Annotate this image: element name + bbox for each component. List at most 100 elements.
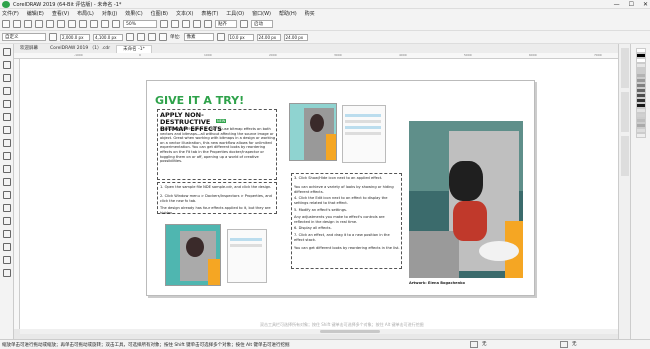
menu-bar: 文件(F) 编辑(E) 查看(V) 布局(L) 对象(J) 效果(C) 位图(B…	[0, 9, 650, 18]
duplicate-y-field[interactable]: 24.00 px	[283, 33, 308, 41]
new-document-icon[interactable]	[2, 20, 10, 28]
docker-tab-properties[interactable]	[621, 92, 629, 132]
docker-tab-strip	[618, 44, 630, 339]
document-page[interactable]: GIVE IT A TRY! APPLY NON-DESTRUCTIVE BIT…	[146, 80, 535, 296]
docker-tab-objects[interactable]	[621, 136, 629, 176]
tab-coreldraw-file[interactable]: CorelDRAW 2019 （1）.cdr	[44, 45, 116, 53]
current-page-icon[interactable]	[159, 33, 167, 41]
horizontal-scrollbar[interactable]	[20, 329, 618, 334]
import-icon[interactable]	[90, 20, 98, 28]
freehand-tool-icon[interactable]	[3, 100, 11, 108]
transparency-tool-icon[interactable]	[3, 217, 11, 225]
artwork-thumbnail-top[interactable]	[289, 103, 337, 161]
redo-icon[interactable]	[68, 20, 76, 28]
interactive-fill-icon[interactable]	[3, 243, 11, 251]
rectangle-tool-icon[interactable]	[3, 126, 11, 134]
eyedropper-icon[interactable]	[3, 230, 11, 238]
fill-label: 无	[482, 342, 487, 347]
step-note: The design already has four effects appl…	[160, 206, 271, 215]
pick-tool-icon[interactable]	[3, 48, 11, 56]
menu-file[interactable]: 文件(F)	[2, 10, 19, 17]
menu-buy[interactable]: 购买	[305, 10, 315, 17]
ruler-tick-label: 6000	[529, 53, 537, 57]
color-palette	[630, 44, 650, 339]
shape-tool-icon[interactable]	[3, 61, 11, 69]
zoom-select[interactable]: 50%	[123, 20, 157, 28]
polygon-tool-icon[interactable]	[3, 152, 11, 160]
ellipse-tool-icon[interactable]	[3, 139, 11, 147]
publish-pdf-icon[interactable]	[112, 20, 120, 28]
page-heading: GIVE IT A TRY!	[155, 94, 245, 107]
ruler-tick-label: -1000	[74, 53, 83, 57]
menu-window[interactable]: 窗口(W)	[252, 10, 271, 17]
export-icon[interactable]	[101, 20, 109, 28]
artwork-thumbnail-bottom[interactable]	[165, 224, 221, 286]
menu-tools[interactable]: 工具(O)	[226, 10, 244, 17]
document-tabs: 欢迎屏幕 CorelDRAW 2019 （1）.cdr 未命名 -1*	[14, 44, 634, 53]
menu-effects[interactable]: 效果(C)	[125, 10, 142, 17]
ruler-tick-label: 7000	[594, 53, 602, 57]
open-icon[interactable]	[13, 20, 21, 28]
menu-edit[interactable]: 编辑(E)	[27, 10, 44, 17]
menu-view[interactable]: 查看(V)	[52, 10, 69, 17]
cloud-icon[interactable]	[35, 20, 43, 28]
intro-text-frame[interactable]: APPLY NON-DESTRUCTIVE BITMAP EFFECTS NEW…	[157, 109, 277, 180]
portrait-icon[interactable]	[126, 33, 134, 41]
drop-shadow-icon[interactable]	[3, 204, 11, 212]
property-bar: 自定义 2,000.0 px 4,100.0 px 单位: 像素 10.0 px…	[0, 31, 650, 44]
full-screen-icon[interactable]	[160, 20, 168, 28]
options-gear-icon[interactable]	[240, 20, 248, 28]
page-preset-select[interactable]: 自定义	[2, 33, 46, 41]
nudge-distance-field[interactable]: 10.0 px	[227, 33, 254, 41]
scrollbar-thumb[interactable]	[320, 330, 380, 333]
parallel-dimension-icon[interactable]	[3, 178, 11, 186]
menu-bitmaps[interactable]: 位图(B)	[151, 10, 168, 17]
artistic-media-icon[interactable]	[3, 113, 11, 121]
units-select[interactable]: 像素	[183, 33, 214, 41]
window-title: CorelDRAW 2019 (64-Bit 评估版) - 未命名 -1*	[13, 1, 122, 8]
page-size-icon	[49, 33, 57, 41]
text-tool-icon[interactable]	[3, 165, 11, 173]
steps-left-frame[interactable]: 1. Open the sample file NDE sample.cdr, …	[157, 182, 277, 215]
menu-object[interactable]: 对象(J)	[102, 10, 117, 17]
outline-indicator-icon[interactable]	[560, 341, 568, 348]
print-icon[interactable]	[46, 20, 54, 28]
search-icon[interactable]	[79, 20, 87, 28]
menu-table[interactable]: 表格(T)	[201, 10, 218, 17]
tab-untitled[interactable]: 未命名 -1*	[116, 45, 152, 53]
launch-select[interactable]: 启动	[251, 20, 273, 28]
standard-toolbar: 50% 贴齐 启动	[0, 18, 650, 31]
menu-layout[interactable]: 布局(L)	[77, 10, 94, 17]
all-pages-icon[interactable]	[148, 33, 156, 41]
docker-tab-hints[interactable]	[621, 48, 629, 88]
add-tool-icon[interactable]	[3, 269, 11, 277]
page-width-field[interactable]: 2,000.0 px	[60, 33, 90, 41]
save-icon[interactable]	[24, 20, 32, 28]
duplicate-x-field[interactable]: 24.00 px	[256, 33, 281, 41]
menu-text[interactable]: 文本(X)	[176, 10, 193, 17]
rulers-icon[interactable]	[171, 20, 179, 28]
magnet-icon[interactable]	[204, 20, 212, 28]
menu-help[interactable]: 帮助(H)	[279, 10, 297, 17]
smart-fill-icon[interactable]	[3, 256, 11, 264]
tab-welcome[interactable]: 欢迎屏幕	[14, 45, 44, 53]
minimize-button[interactable]: —	[614, 1, 620, 8]
fill-indicator-icon[interactable]	[470, 341, 478, 348]
main-artwork[interactable]	[409, 121, 523, 278]
steps-right-frame[interactable]: 3. Click Show/Hide icon next to an appli…	[291, 173, 402, 269]
grid-icon[interactable]	[182, 20, 190, 28]
artwork-credit: Artwork: Elena Bogachenko	[409, 281, 465, 285]
zoom-tool-icon[interactable]	[3, 87, 11, 95]
snap-to-select[interactable]: 贴齐	[215, 20, 237, 28]
undo-icon[interactable]	[57, 20, 65, 28]
connector-tool-icon[interactable]	[3, 191, 11, 199]
close-button[interactable]: ✕	[643, 1, 648, 8]
nudge-icon	[216, 33, 225, 41]
swatch-pale-2[interactable]	[636, 133, 646, 138]
guidelines-icon[interactable]	[193, 20, 201, 28]
crop-tool-icon[interactable]	[3, 74, 11, 82]
landscape-icon[interactable]	[137, 33, 145, 41]
outline-label: 无	[572, 342, 577, 347]
maximize-button[interactable]: ☐	[629, 1, 634, 8]
page-height-field[interactable]: 4,100.0 px	[93, 33, 123, 41]
